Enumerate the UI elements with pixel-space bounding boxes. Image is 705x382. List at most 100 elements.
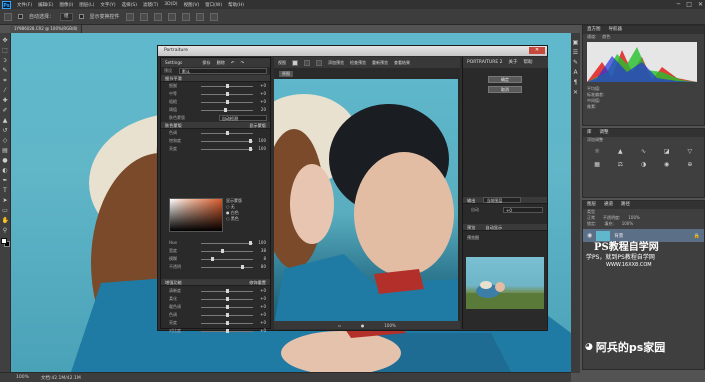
type-icon[interactable]: T xyxy=(2,187,9,194)
color-swatches[interactable] xyxy=(1,238,10,247)
preview-thumbnail[interactable] xyxy=(466,257,544,309)
color-balance-icon[interactable]: ⚖ xyxy=(617,161,624,168)
menu-3d[interactable]: 3D(D) xyxy=(164,2,177,7)
detail-slider-value[interactable]: 20 xyxy=(254,106,266,114)
tab-layers[interactable]: 图层 xyxy=(587,201,596,209)
enhance-slider-thumb[interactable] xyxy=(226,313,229,317)
stamp-icon[interactable]: ▲ xyxy=(2,117,9,124)
undo-icon[interactable]: ↶ xyxy=(231,60,235,65)
eyedropper-icon[interactable]: ⁄ xyxy=(2,87,9,94)
show-mask-toggle[interactable]: 显示蒙版 xyxy=(249,122,266,129)
bw-icon[interactable]: ◑ xyxy=(640,161,647,168)
close-window-button[interactable]: ✕ xyxy=(698,1,703,8)
maximize-button[interactable]: □ xyxy=(686,1,692,8)
blur-icon[interactable]: ● xyxy=(2,157,9,164)
preset-select[interactable]: 默认 xyxy=(179,68,267,74)
shape-icon[interactable]: ▭ xyxy=(2,207,9,214)
view-result-button[interactable]: 查看结果 xyxy=(394,60,410,66)
document-tab[interactable]: 1Y9B6028.CR2 @ 100%(RGB/8) xyxy=(10,25,83,33)
detail-slider-track[interactable] xyxy=(201,109,253,111)
about-link[interactable]: 关于 xyxy=(508,57,517,68)
skin-slider-track[interactable] xyxy=(201,148,253,150)
tab-histogram[interactable]: 直方图 xyxy=(587,26,601,34)
menu-view[interactable]: 视图(V) xyxy=(184,2,200,8)
hue-slider-value[interactable]: 80 xyxy=(254,263,266,271)
skin-mask-header[interactable]: 肤色蒙版 显示蒙版 xyxy=(161,122,270,129)
hue-slider-value[interactable]: 100 xyxy=(254,239,266,247)
tab-adjustments[interactable]: 调整 xyxy=(600,129,609,137)
menu-edit[interactable]: 编辑(E) xyxy=(38,2,53,8)
enhancements-header[interactable]: 增强功能 修饰重置 xyxy=(161,279,270,286)
enhance-slider-value[interactable]: +0 xyxy=(254,327,266,335)
dual-view-icon[interactable] xyxy=(316,59,322,66)
align-left-icon[interactable] xyxy=(167,12,176,21)
enhance-slider-thumb[interactable] xyxy=(226,297,229,301)
hue-sat-icon[interactable]: ▦ xyxy=(594,161,601,168)
align-center-icon[interactable] xyxy=(181,12,190,21)
detail-slider-thumb[interactable] xyxy=(226,92,229,96)
tab-navigator[interactable]: 导航器 xyxy=(609,26,623,34)
hue-slider-thumb[interactable] xyxy=(211,257,214,261)
enhance-slider-value[interactable]: +0 xyxy=(254,319,266,327)
menu-filter[interactable]: 滤镜(T) xyxy=(143,2,158,8)
single-view-icon[interactable] xyxy=(292,59,298,66)
mask-option-black[interactable]: ○ 黑色 xyxy=(226,216,242,222)
visibility-eye-icon[interactable]: ◉ xyxy=(587,232,592,239)
enhance-slider-value[interactable]: +0 xyxy=(254,287,266,295)
skin-slider-thumb[interactable] xyxy=(226,131,229,135)
detail-slider-thumb[interactable] xyxy=(226,100,229,104)
mask-mode-select[interactable]: 自动检测 xyxy=(219,115,267,121)
skin-slider-value[interactable]: 100 xyxy=(254,145,266,153)
menu-image[interactable]: 图像(I) xyxy=(59,2,73,8)
detail-slider-value[interactable]: +0 xyxy=(254,82,266,90)
align-top-icon[interactable] xyxy=(125,12,134,21)
move-icon[interactable]: ✥ xyxy=(2,37,9,44)
crop-icon[interactable]: ⌗ xyxy=(2,77,9,84)
hue-slider-thumb[interactable] xyxy=(221,249,224,253)
zoom-readout[interactable]: 100% xyxy=(16,375,29,380)
skin-slider-thumb[interactable] xyxy=(248,147,252,151)
channel-select[interactable]: 颜色 xyxy=(602,34,610,40)
quick-select-icon[interactable]: ✎ xyxy=(2,67,9,74)
enhance-slider-thumb[interactable] xyxy=(226,305,229,309)
pan-icon[interactable]: ▫ xyxy=(338,323,341,328)
menu-file[interactable]: 文件(F) xyxy=(17,2,32,8)
exposure-icon[interactable]: ◪ xyxy=(663,148,670,155)
autoselect-dropdown[interactable]: 组 xyxy=(60,12,73,21)
align-bottom-icon[interactable] xyxy=(153,12,162,21)
hue-slider-thumb[interactable] xyxy=(248,241,252,245)
enhance-slider-thumb[interactable] xyxy=(226,289,229,293)
brightness-icon[interactable]: ☼ xyxy=(594,148,601,155)
menu-help[interactable]: 帮助(H) xyxy=(228,2,244,8)
lasso-icon[interactable]: ↄ xyxy=(2,57,9,64)
preview-dot-icon[interactable]: ● xyxy=(361,323,365,328)
move-tool-icon[interactable] xyxy=(4,12,12,21)
check-preview-button[interactable]: 检查预览 xyxy=(350,60,366,66)
transform-checkbox[interactable] xyxy=(78,14,84,19)
pen-icon[interactable]: ✒ xyxy=(2,177,9,184)
photo-filter-icon[interactable]: ◉ xyxy=(663,161,670,168)
original-tab[interactable]: 原图 xyxy=(279,71,293,77)
preview-image[interactable] xyxy=(274,79,458,324)
tab-paths[interactable]: 路径 xyxy=(621,201,630,209)
dodge-icon[interactable]: ◐ xyxy=(2,167,9,174)
paragraph-panel-icon[interactable]: ¶ xyxy=(572,79,579,86)
enhance-reset-button[interactable]: 修饰重置 xyxy=(249,279,266,286)
hue-slider-track[interactable] xyxy=(201,266,253,268)
auto-show-toggle[interactable]: 自动显示 xyxy=(485,224,502,231)
detail-slider-value[interactable]: +0 xyxy=(254,98,266,106)
skin-slider-track[interactable] xyxy=(201,140,253,142)
autoselect-checkbox[interactable] xyxy=(18,14,23,19)
skin-color-picker[interactable] xyxy=(169,198,223,232)
detail-smoothing-header[interactable]: 细节平滑 xyxy=(161,75,270,82)
gradient-icon[interactable]: ▤ xyxy=(2,147,9,154)
marquee-icon[interactable]: ⬚ xyxy=(2,47,9,54)
distribute-icon[interactable] xyxy=(209,12,218,21)
history-panel-icon[interactable]: ▣ xyxy=(572,39,579,46)
healing-icon[interactable]: ✚ xyxy=(2,97,9,104)
portraiture-close-button[interactable]: ✕ xyxy=(529,47,545,54)
skin-slider-value[interactable]: 100 xyxy=(254,137,266,145)
character-panel-icon[interactable]: A xyxy=(572,69,579,76)
curves-icon[interactable]: ∿ xyxy=(640,148,647,155)
levels-icon[interactable]: ▲ xyxy=(617,148,624,155)
